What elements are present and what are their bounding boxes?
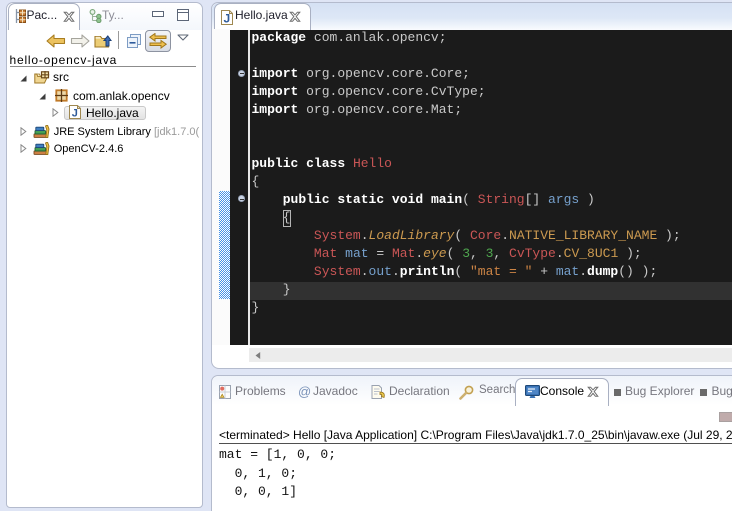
svg-text:J: J	[72, 108, 78, 120]
svg-text:J: J	[224, 11, 231, 25]
